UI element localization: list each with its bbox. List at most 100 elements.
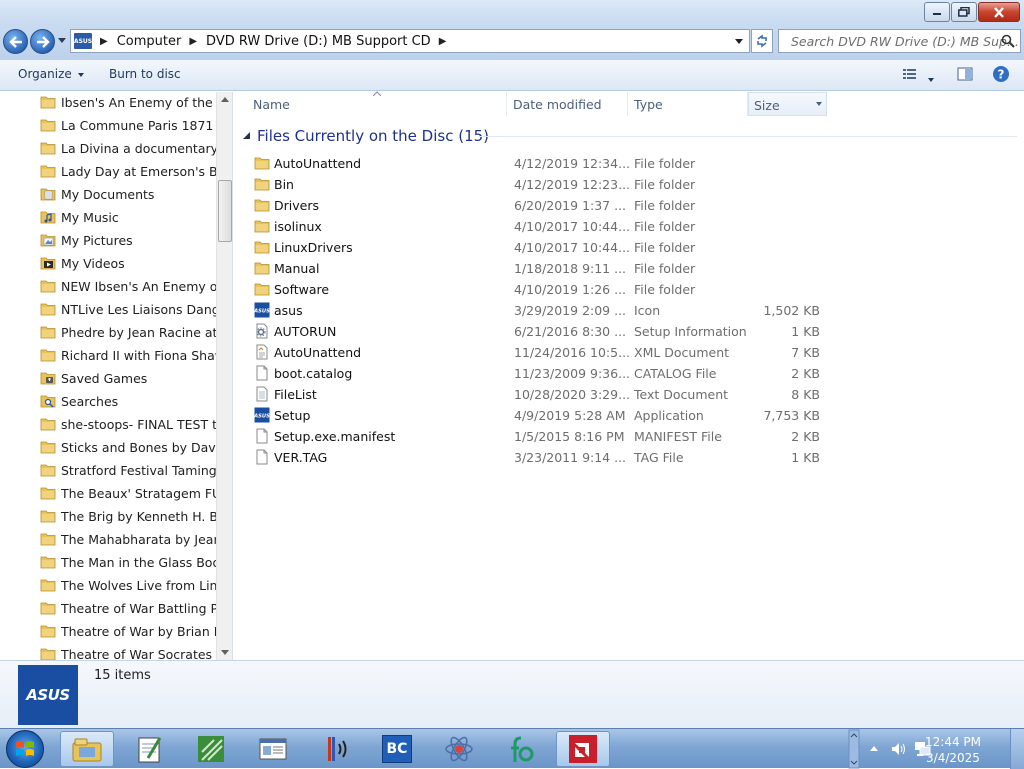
clock[interactable]: 12:44 PM 3/4/2025 — [922, 734, 984, 766]
nav-item[interactable]: My Pictures — [40, 229, 216, 252]
organize-button[interactable]: Organize — [18, 67, 84, 81]
show-desktop-button[interactable] — [1010, 729, 1024, 769]
address-history-dropdown[interactable] — [735, 39, 743, 44]
nav-item[interactable]: The Man in the Glass Bootl — [40, 551, 216, 574]
nav-item[interactable]: My Documents — [40, 183, 216, 206]
nav-item[interactable]: My Music — [40, 206, 216, 229]
refresh-button[interactable] — [751, 29, 773, 53]
nav-item[interactable]: Theatre of War by Brian Dc — [40, 620, 216, 643]
scroll-up-arrow[interactable] — [221, 97, 229, 102]
file-row[interactable]: Drivers 6/20/2019 1:37 ... File folder — [234, 195, 1024, 216]
file-row[interactable]: AutoUnattend 4/12/2019 12:34... File folde… — [234, 153, 1024, 174]
taskbar-spreadsheet[interactable] — [184, 731, 238, 767]
taskbar-atom-app[interactable] — [432, 731, 486, 767]
title-bar[interactable] — [0, 0, 1024, 26]
nav-item-label: Lady Day at Emerson's Bar — [61, 164, 216, 179]
minimize-button[interactable] — [924, 2, 950, 22]
folder-icon — [40, 301, 56, 319]
file-row[interactable]: VER.TAG 3/23/2011 9:14 ... TAG File 1 KB — [234, 447, 1024, 468]
nav-item-label: Ibsen's An Enemy of the People — [61, 95, 216, 110]
chevron-right-icon[interactable]: ▶ — [189, 36, 197, 47]
column-divider[interactable] — [506, 92, 507, 116]
file-row[interactable]: ASUS asus 3/29/2019 2:09 ... Icon 1,502 KB — [234, 300, 1024, 321]
navigation-pane[interactable]: Ibsen's An Enemy of the People La Commune… — [0, 92, 233, 660]
taskbar-fo-app[interactable] — [494, 731, 548, 767]
column-header-date[interactable]: Date modified — [513, 92, 602, 116]
chevron-right-icon[interactable]: ▶ — [100, 36, 108, 47]
nav-item[interactable]: Lady Day at Emerson's Bar — [40, 160, 216, 183]
nav-item[interactable]: Saved Games — [40, 367, 216, 390]
breadcrumb-drive[interactable]: DVD RW Drive (D:) MB Support CD — [206, 34, 431, 49]
file-row[interactable]: ASUS Setup 4/9/2019 5:28 AM Application 7,75… — [234, 405, 1024, 426]
chevron-down-icon[interactable] — [816, 102, 822, 106]
view-options-icon[interactable] — [902, 66, 918, 82]
nav-item[interactable]: La Divina a documentary o — [40, 137, 216, 160]
scroll-thumb[interactable] — [218, 180, 232, 242]
scroll-down-arrow[interactable] — [221, 650, 229, 655]
nav-item[interactable]: My Videos — [40, 252, 216, 275]
nav-item[interactable]: The Mahabharata by Jean — [40, 528, 216, 551]
taskbar-notepad[interactable] — [122, 731, 176, 767]
file-row[interactable]: Bin 4/12/2019 12:23... File folder — [234, 174, 1024, 195]
folder-icon — [254, 197, 270, 215]
taskbar-document-viewer[interactable] — [246, 731, 300, 767]
nav-item[interactable]: Theatre of War Socrates Pl — [40, 643, 216, 660]
nav-item[interactable]: NEW Ibsen's An Enemy of t — [40, 275, 216, 298]
address-bar[interactable]: ASUS ▶ Computer ▶ DVD RW Drive (D:) MB S… — [70, 29, 750, 53]
nav-item[interactable]: The Brig by Kenneth H. Brc — [40, 505, 216, 528]
column-header-type[interactable]: Type — [634, 92, 663, 116]
file-row[interactable]: Software 4/10/2019 1:26 ... File folder — [234, 279, 1024, 300]
forward-button[interactable] — [30, 29, 55, 54]
nav-item[interactable]: La Commune Paris 1871 by — [40, 114, 216, 137]
help-icon[interactable]: ? — [992, 65, 1010, 83]
file-row[interactable]: Setup.exe.manifest 1/5/2015 8:16 PM MANIFE… — [234, 426, 1024, 447]
view-dropdown[interactable] — [928, 72, 934, 86]
nav-item[interactable]: The Wolves Live from Linco — [40, 574, 216, 597]
collapse-group-icon[interactable] — [243, 132, 250, 139]
volume-icon[interactable] — [890, 741, 906, 757]
nav-item[interactable]: Sticks and Bones by David — [40, 436, 216, 459]
column-header-name[interactable]: Name — [253, 92, 290, 116]
chevron-right-icon[interactable]: ▶ — [439, 36, 447, 47]
taskbar-scroll-icon[interactable] — [848, 729, 860, 769]
search-icon[interactable] — [1001, 34, 1015, 48]
preview-pane-icon[interactable] — [957, 66, 973, 82]
burn-to-disc-button[interactable]: Burn to disc — [109, 67, 181, 81]
column-header-size[interactable]: Size — [748, 92, 827, 116]
breadcrumb-computer[interactable]: Computer — [117, 34, 182, 49]
recent-pages-dropdown[interactable] — [58, 38, 66, 43]
nav-scrollbar[interactable] — [216, 92, 232, 660]
file-row[interactable]: FileList 10/28/2020 3:29... Text Document 8… — [234, 384, 1024, 405]
taskbar-audio-app[interactable] — [308, 731, 362, 767]
restore-button[interactable] — [951, 2, 977, 22]
group-header[interactable]: Files Currently on the Disc (15) — [257, 127, 489, 145]
taskbar-explorer[interactable] — [60, 731, 114, 767]
back-button[interactable] — [3, 29, 28, 54]
nav-item[interactable]: Phedre by Jean Racine at t — [40, 321, 216, 344]
file-row[interactable]: boot.catalog 11/23/2009 9:36... CATALOG Fi… — [234, 363, 1024, 384]
nav-item[interactable]: Richard II with Fiona Shaw — [40, 344, 216, 367]
show-hidden-icons-icon[interactable] — [869, 744, 879, 752]
file-name: isolinux — [274, 219, 322, 234]
search-input[interactable]: Search DVD RW Drive (D:) MB Sup... — [778, 29, 1021, 53]
taskbar-bc-app[interactable]: BC — [370, 731, 424, 767]
nav-item[interactable]: Searches — [40, 390, 216, 413]
nav-item[interactable]: NTLive Les Liaisons Dange — [40, 298, 216, 321]
file-row[interactable]: LinuxDrivers 4/10/2017 10:44... File folde… — [234, 237, 1024, 258]
close-button[interactable] — [978, 2, 1020, 22]
file-row[interactable]: AutoUnattend 11/24/2016 10:5... XML Docume… — [234, 342, 1024, 363]
file-row[interactable]: AUTORUN 6/21/2016 8:30 ... Setup Informati… — [234, 321, 1024, 342]
windows-logo-icon — [16, 741, 34, 756]
file-list[interactable]: Name Date modified Type Size Files Curre… — [234, 91, 1024, 660]
folder-icon — [40, 531, 56, 549]
nav-item[interactable]: Theatre of War Battling PT — [40, 597, 216, 620]
column-divider[interactable] — [627, 92, 628, 116]
file-row[interactable]: Manual 1/18/2018 9:11 ... File folder — [234, 258, 1024, 279]
nav-item[interactable]: Stratford Festival Taming c — [40, 459, 216, 482]
taskbar-amd-app[interactable] — [556, 731, 610, 767]
nav-item[interactable]: Ibsen's An Enemy of the People — [40, 92, 216, 114]
start-button[interactable] — [6, 730, 44, 768]
file-row[interactable]: isolinux 4/10/2017 10:44... File folder — [234, 216, 1024, 237]
nav-item[interactable]: The Beaux' Stratagem FULL — [40, 482, 216, 505]
nav-item[interactable]: she-stoops- FINAL TEST to — [40, 413, 216, 436]
